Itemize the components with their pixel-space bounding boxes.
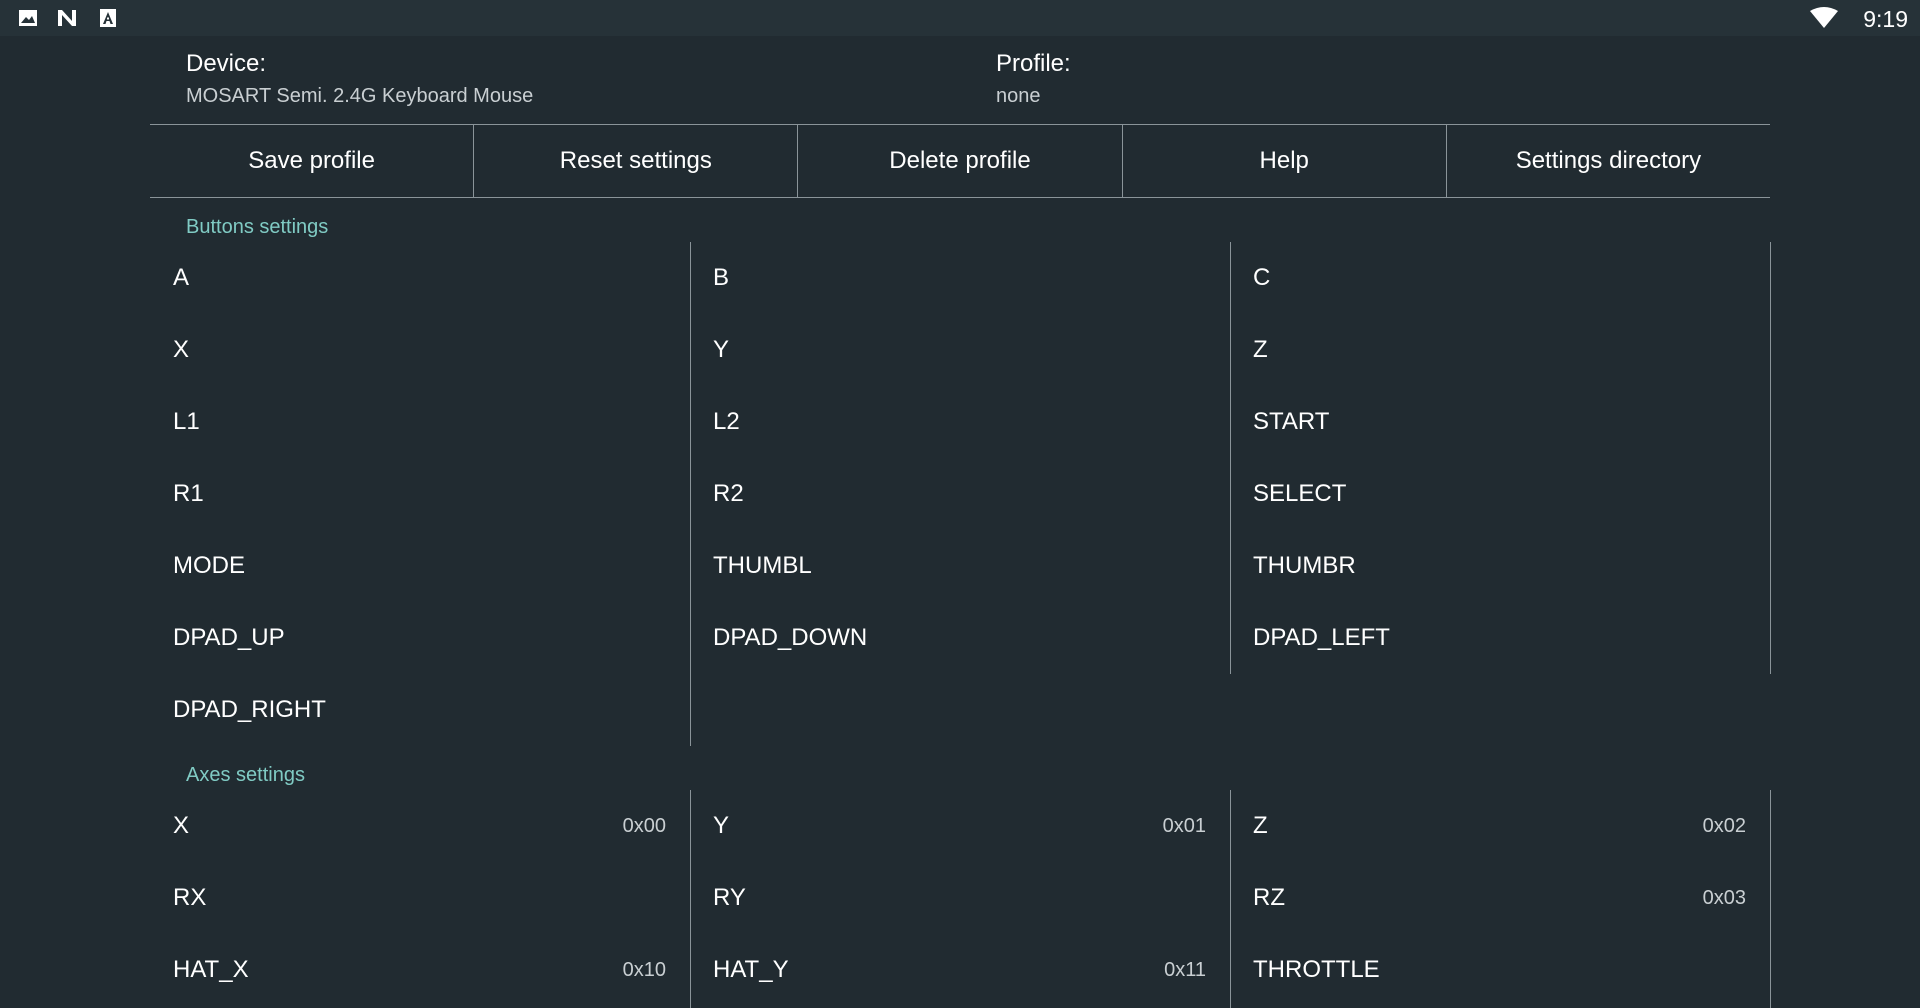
- button-mapping-dpad-up[interactable]: DPAD_UP: [150, 602, 690, 674]
- a-box-icon: [100, 9, 116, 27]
- button-mapping-l1[interactable]: L1: [150, 386, 690, 458]
- axis-label: Z: [1253, 812, 1268, 839]
- axis-mapping-rx[interactable]: RX: [150, 862, 690, 934]
- button-label: SELECT: [1253, 480, 1347, 507]
- button-label: R2: [713, 480, 744, 507]
- axis-label: RX: [173, 884, 207, 911]
- help-button[interactable]: Help: [1123, 125, 1447, 197]
- axes-column-1: X 0x00 RX HAT_X 0x10: [150, 790, 691, 1008]
- axis-mapping-x[interactable]: X 0x00: [150, 790, 690, 862]
- device-header: Device: MOSART Semi. 2.4G Keyboard Mouse…: [150, 36, 1770, 125]
- profile-value: none: [996, 85, 1041, 107]
- button-label: DPAD_DOWN: [713, 624, 868, 651]
- button-label: Y: [713, 336, 730, 363]
- button-mapping-z[interactable]: Z: [1230, 314, 1770, 386]
- button-mapping-r2[interactable]: R2: [690, 458, 1230, 530]
- delete-profile-button[interactable]: Delete profile: [798, 125, 1123, 197]
- button-mapping-l2[interactable]: L2: [690, 386, 1230, 458]
- button-label: C: [1253, 264, 1271, 291]
- axis-value: 0x10: [622, 958, 666, 981]
- button-mapping-thumbl[interactable]: THUMBL: [690, 530, 1230, 602]
- axis-label: RY: [713, 884, 746, 911]
- button-mapping-start[interactable]: START: [1230, 386, 1770, 458]
- image-icon: [19, 10, 37, 26]
- device-value: MOSART Semi. 2.4G Keyboard Mouse: [186, 85, 534, 107]
- button-label: DPAD_RIGHT: [173, 696, 326, 723]
- axis-label: RZ: [1253, 884, 1285, 911]
- toolbar: Save profile Reset settings Delete profi…: [150, 124, 1770, 198]
- axis-value: 0x11: [1164, 958, 1206, 981]
- button-mapping-mode[interactable]: MODE: [150, 530, 690, 602]
- axis-mapping-z[interactable]: Z 0x02: [1230, 790, 1770, 862]
- buttons-settings-grid: A X L1 R1 MODE DPAD_UP DPAD_RIGHT B Y L2…: [150, 242, 1771, 746]
- button-label: MODE: [173, 552, 245, 579]
- axis-mapping-throttle[interactable]: THROTTLE: [1230, 934, 1770, 1006]
- button-mapping-dpad-right[interactable]: DPAD_RIGHT: [150, 674, 690, 746]
- device-info: Device: MOSART Semi. 2.4G Keyboard Mouse: [186, 50, 533, 108]
- buttons-settings-title: Buttons settings: [186, 216, 329, 238]
- axes-settings-title: Axes settings: [186, 764, 305, 786]
- button-label: R1: [173, 480, 204, 507]
- settings-directory-button[interactable]: Settings directory: [1447, 125, 1770, 197]
- axis-mapping-y[interactable]: Y 0x01: [690, 790, 1230, 862]
- button-label: Z: [1253, 336, 1268, 363]
- axis-value: 0x00: [622, 814, 666, 837]
- axis-label: HAT_Y: [713, 956, 789, 983]
- button-label: A: [173, 264, 190, 291]
- buttons-column-1: A X L1 R1 MODE DPAD_UP DPAD_RIGHT: [150, 242, 691, 746]
- buttons-column-3: C Z START SELECT THUMBR DPAD_LEFT: [1230, 242, 1771, 674]
- buttons-column-2: B Y L2 R2 THUMBL DPAD_DOWN: [690, 242, 1231, 674]
- button-mapping-select[interactable]: SELECT: [1230, 458, 1770, 530]
- button-mapping-dpad-left[interactable]: DPAD_LEFT: [1230, 602, 1770, 674]
- button-mapping-b[interactable]: B: [690, 242, 1230, 314]
- device-label: Device:: [186, 50, 267, 77]
- reset-settings-button[interactable]: Reset settings: [474, 125, 799, 197]
- button-label: THUMBL: [713, 552, 812, 579]
- button-label: THUMBR: [1253, 552, 1356, 579]
- axes-column-3: Z 0x02 RZ 0x03 THROTTLE: [1230, 790, 1771, 1008]
- button-label: L2: [713, 408, 740, 435]
- axis-label: X: [173, 812, 190, 839]
- wifi-icon: [1810, 7, 1838, 28]
- button-label: DPAD_UP: [173, 624, 285, 651]
- axis-mapping-rz[interactable]: RZ 0x03: [1230, 862, 1770, 934]
- axis-label: THROTTLE: [1253, 956, 1380, 983]
- button-label: L1: [173, 408, 200, 435]
- axes-settings-grid: X 0x00 RX HAT_X 0x10 Y 0x01 RY HAT_Y 0x11 Z 0…: [150, 790, 1771, 1008]
- button-mapping-r1[interactable]: R1: [150, 458, 690, 530]
- axes-column-2: Y 0x01 RY HAT_Y 0x11: [690, 790, 1231, 1008]
- axis-label: HAT_X: [173, 956, 249, 983]
- status-bar: 9:19: [0, 0, 1920, 36]
- button-label: START: [1253, 408, 1330, 435]
- save-profile-button[interactable]: Save profile: [150, 125, 475, 197]
- button-label: DPAD_LEFT: [1253, 624, 1390, 651]
- button-mapping-c[interactable]: C: [1230, 242, 1770, 314]
- axis-mapping-hat-x[interactable]: HAT_X 0x10: [150, 934, 690, 1006]
- axis-label: Y: [713, 812, 730, 839]
- profile-info: Profile: none: [996, 50, 1071, 108]
- profile-label: Profile:: [996, 50, 1071, 77]
- button-label: B: [713, 264, 730, 291]
- n-logo-icon: [58, 10, 76, 26]
- axis-mapping-ry[interactable]: RY: [690, 862, 1230, 934]
- axis-value: 0x03: [1702, 886, 1746, 909]
- axis-value: 0x02: [1702, 814, 1746, 837]
- axis-value: 0x01: [1162, 814, 1206, 837]
- button-mapping-dpad-down[interactable]: DPAD_DOWN: [690, 602, 1230, 674]
- button-mapping-a[interactable]: A: [150, 242, 690, 314]
- button-mapping-y[interactable]: Y: [690, 314, 1230, 386]
- button-label: X: [173, 336, 190, 363]
- axis-mapping-hat-y[interactable]: HAT_Y 0x11: [690, 934, 1230, 1006]
- status-clock: 9:19: [1863, 6, 1908, 32]
- button-mapping-thumbr[interactable]: THUMBR: [1230, 530, 1770, 602]
- button-mapping-x[interactable]: X: [150, 314, 690, 386]
